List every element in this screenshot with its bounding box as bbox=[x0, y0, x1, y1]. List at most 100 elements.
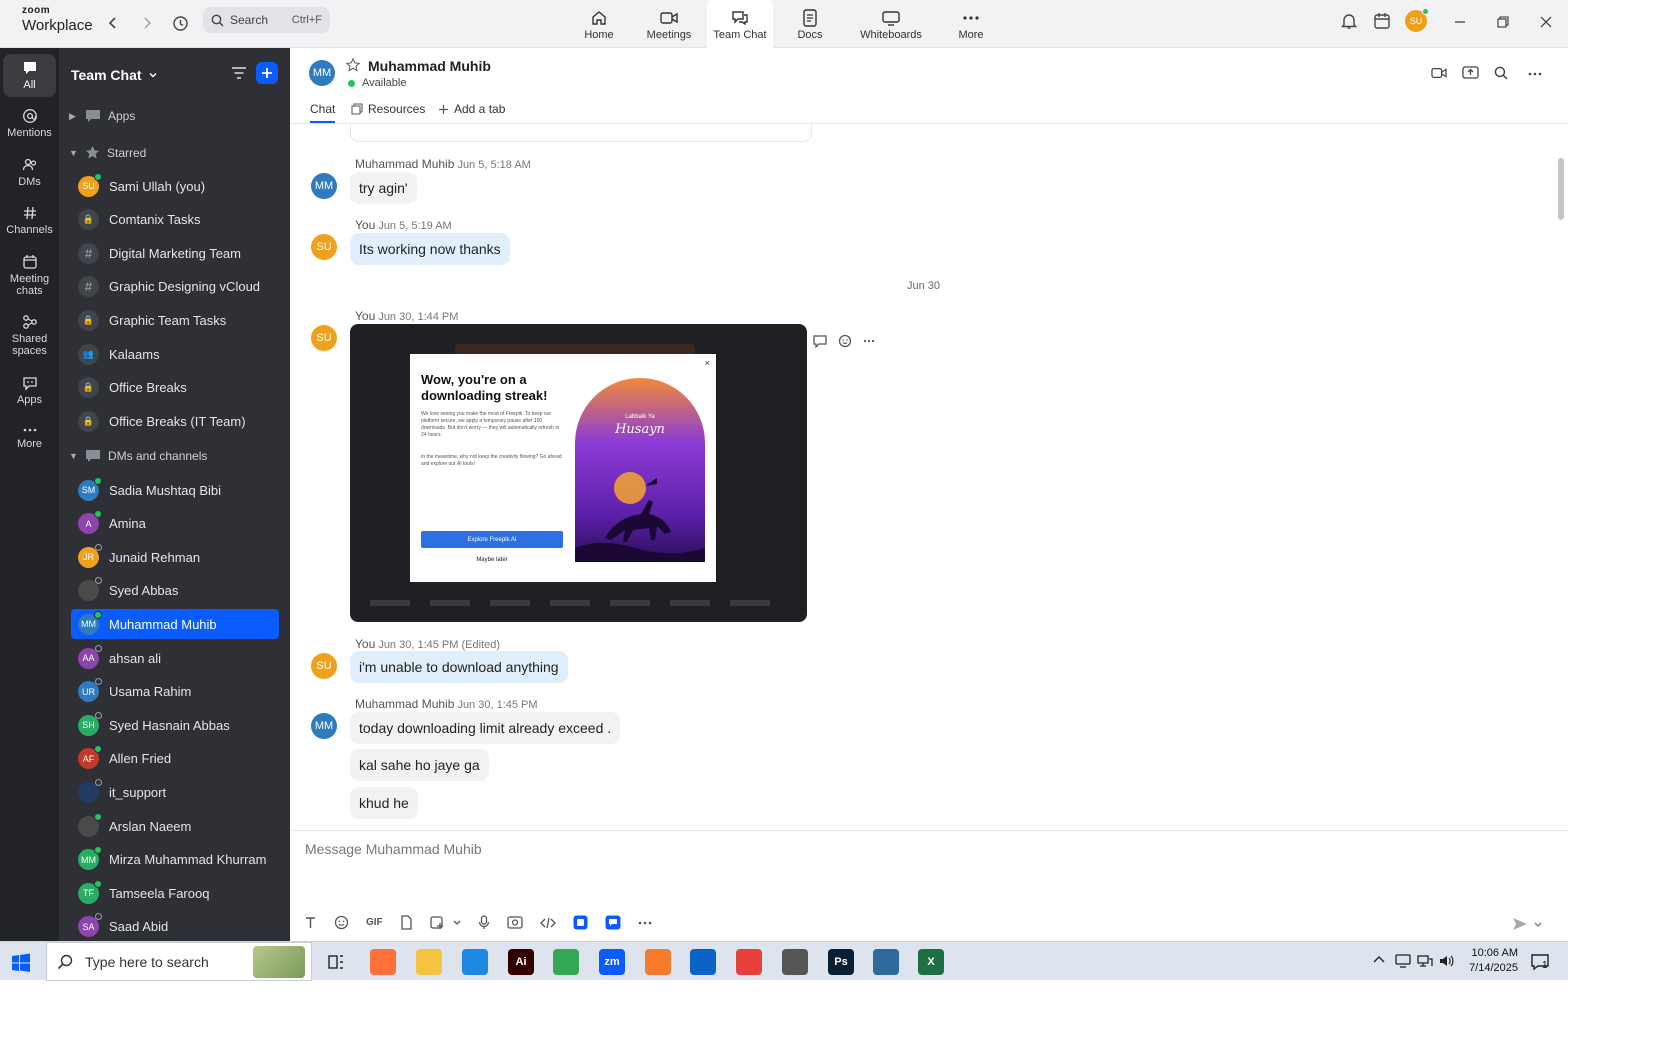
sidebar-item[interactable]: # Digital Marketing Team bbox=[71, 238, 279, 268]
sidebar-item[interactable]: AF Allen Fried bbox=[71, 744, 279, 774]
code-button[interactable] bbox=[539, 917, 556, 929]
message-more-button[interactable] bbox=[863, 339, 875, 343]
taskbar-app-zoom[interactable]: zm bbox=[591, 942, 633, 981]
minimize-button[interactable] bbox=[1450, 12, 1470, 32]
restore-button[interactable] bbox=[1493, 12, 1513, 32]
new-chat-button[interactable] bbox=[256, 62, 278, 84]
close-button[interactable] bbox=[1536, 12, 1556, 32]
start-button[interactable] bbox=[11, 953, 31, 973]
add-tab-button[interactable]: Add a tab bbox=[438, 102, 505, 116]
tray-network-button[interactable] bbox=[1417, 954, 1433, 968]
avatar[interactable]: SU bbox=[311, 325, 337, 351]
taskbar-app-xampp[interactable] bbox=[645, 949, 671, 975]
search-chat-button[interactable] bbox=[1494, 66, 1508, 80]
task-view-button[interactable] bbox=[326, 952, 346, 972]
sidebar-title[interactable]: Team Chat bbox=[71, 67, 158, 83]
rail-all[interactable]: All bbox=[3, 54, 56, 97]
taskbar-app-file-explorer[interactable] bbox=[416, 949, 442, 975]
taskbar-app-pen-tool[interactable] bbox=[782, 949, 808, 975]
video-call-button[interactable] bbox=[1430, 66, 1448, 80]
rail-shared-spaces[interactable]: Shared spaces bbox=[3, 314, 56, 357]
emoji-button[interactable] bbox=[334, 915, 349, 930]
app-button-2[interactable] bbox=[605, 915, 621, 930]
avatar[interactable]: MM bbox=[311, 173, 337, 199]
sidebar-item[interactable]: TF Tamseela Farooq bbox=[71, 878, 279, 908]
format-button[interactable] bbox=[304, 916, 317, 929]
message-bubble[interactable]: khud he bbox=[350, 787, 418, 819]
screenshot-button[interactable] bbox=[430, 915, 461, 930]
sidebar-item[interactable]: SU Sami Ullah (you) bbox=[71, 171, 279, 201]
tab-more[interactable]: More bbox=[955, 0, 987, 48]
sidebar-item[interactable]: JR Junaid Rehman bbox=[71, 542, 279, 572]
taskbar-app-illustrator[interactable]: Ai bbox=[508, 949, 534, 975]
taskbar-app-excel[interactable]: X bbox=[918, 949, 944, 975]
sidebar-item[interactable]: 🔒 Office Breaks bbox=[71, 373, 279, 403]
avatar[interactable]: MM bbox=[311, 713, 337, 739]
taskbar-app-photoshop[interactable]: Ps bbox=[828, 949, 854, 975]
image-attachment[interactable]: × Wow, you're on a downloading streak! W… bbox=[350, 324, 807, 622]
message-input[interactable]: Message Muhammad Muhib bbox=[305, 841, 482, 857]
taskbar-clock[interactable]: 10:06 AM 7/14/2025 bbox=[1469, 946, 1518, 976]
contact-avatar[interactable]: MM bbox=[309, 60, 335, 86]
sidebar-item[interactable]: 🔒 Office Breaks (IT Team) bbox=[71, 406, 279, 436]
taskbar-search[interactable]: Type here to search bbox=[46, 942, 312, 981]
sidebar-item[interactable]: SA Saad Abid bbox=[71, 912, 279, 942]
sidebar-item[interactable]: MM Muhammad Muhib bbox=[71, 609, 279, 640]
file-button[interactable] bbox=[400, 915, 413, 930]
notifications-button[interactable] bbox=[1340, 12, 1358, 30]
sidebar-item[interactable]: it_support bbox=[71, 777, 279, 807]
rail-meeting-chats[interactable]: Meeting chats bbox=[3, 254, 56, 297]
tray-volume-button[interactable] bbox=[1439, 954, 1455, 968]
video-message-button[interactable] bbox=[507, 916, 523, 929]
message-bubble[interactable]: today downloading limit already exceed . bbox=[350, 712, 621, 744]
rail-dms[interactable]: DMs bbox=[3, 157, 56, 188]
message-scrollbar[interactable] bbox=[1558, 158, 1564, 220]
notification-center-button[interactable]: 1 bbox=[1530, 952, 1550, 972]
calendar-button[interactable] bbox=[1373, 12, 1391, 30]
avatar[interactable]: SU bbox=[311, 653, 337, 679]
rail-more[interactable]: More bbox=[3, 425, 56, 450]
sidebar-item[interactable]: UR Usama Rahim bbox=[71, 677, 279, 707]
section-apps[interactable]: ▶ Apps bbox=[69, 109, 135, 123]
taskbar-app-outlook[interactable] bbox=[690, 949, 716, 975]
sidebar-item[interactable]: Arslan Naeem bbox=[71, 811, 279, 841]
tab-resources[interactable]: Resources bbox=[351, 102, 425, 116]
tab-meetings[interactable]: Meetings bbox=[643, 0, 695, 48]
filter-button[interactable] bbox=[231, 66, 247, 80]
taskbar-app-creative-cloud[interactable] bbox=[736, 949, 762, 975]
back-button[interactable] bbox=[102, 12, 124, 34]
composer-more-button[interactable] bbox=[638, 921, 652, 925]
section-starred[interactable]: ▼ Starred bbox=[69, 145, 146, 160]
message-bubble[interactable]: i'm unable to download anything bbox=[350, 651, 568, 683]
sidebar-item[interactable]: A Amina bbox=[71, 509, 279, 539]
message-bubble[interactable]: Its working now thanks bbox=[350, 233, 510, 265]
sidebar-item[interactable]: SM Sadia Mushtaq Bibi bbox=[71, 475, 279, 505]
taskbar-app-vscode[interactable] bbox=[462, 949, 488, 975]
tab-team-chat[interactable]: Team Chat bbox=[707, 0, 773, 48]
forward-button[interactable] bbox=[136, 12, 158, 34]
sidebar-item[interactable]: Syed Abbas bbox=[71, 576, 279, 606]
send-button[interactable] bbox=[1512, 917, 1542, 931]
reply-button[interactable] bbox=[812, 334, 828, 348]
taskbar-app-firefox[interactable] bbox=[370, 949, 396, 975]
sidebar-item[interactable]: # Graphic Designing vCloud bbox=[71, 272, 279, 302]
app-button-1[interactable] bbox=[573, 915, 588, 930]
message-bubble[interactable]: kal sahe ho jaye ga bbox=[350, 749, 489, 781]
tray-expand-button[interactable] bbox=[1373, 954, 1385, 964]
rail-mentions[interactable]: Mentions bbox=[3, 108, 56, 139]
tab-whiteboards[interactable]: Whiteboards bbox=[856, 0, 926, 48]
tray-display-button[interactable] bbox=[1395, 954, 1411, 968]
history-button[interactable] bbox=[169, 12, 191, 34]
sidebar-item[interactable]: 🔒 Comtanix Tasks bbox=[71, 205, 279, 235]
share-screen-button[interactable] bbox=[1462, 66, 1479, 81]
tab-chat[interactable]: Chat bbox=[310, 102, 336, 123]
user-avatar[interactable]: SU bbox=[1405, 8, 1429, 32]
taskbar-app-app-blue[interactable] bbox=[873, 949, 899, 975]
star-button[interactable] bbox=[346, 58, 360, 72]
search-box[interactable]: Search Ctrl+F bbox=[203, 7, 330, 33]
audio-button[interactable] bbox=[478, 915, 490, 930]
rail-channels[interactable]: Channels bbox=[3, 205, 56, 236]
message-list[interactable]: Muhammad Muhib Jun 5, 5:18 AM MM try agi… bbox=[290, 124, 1568, 830]
chat-more-button[interactable] bbox=[1528, 72, 1542, 76]
message-bubble[interactable]: try agin' bbox=[350, 172, 417, 204]
